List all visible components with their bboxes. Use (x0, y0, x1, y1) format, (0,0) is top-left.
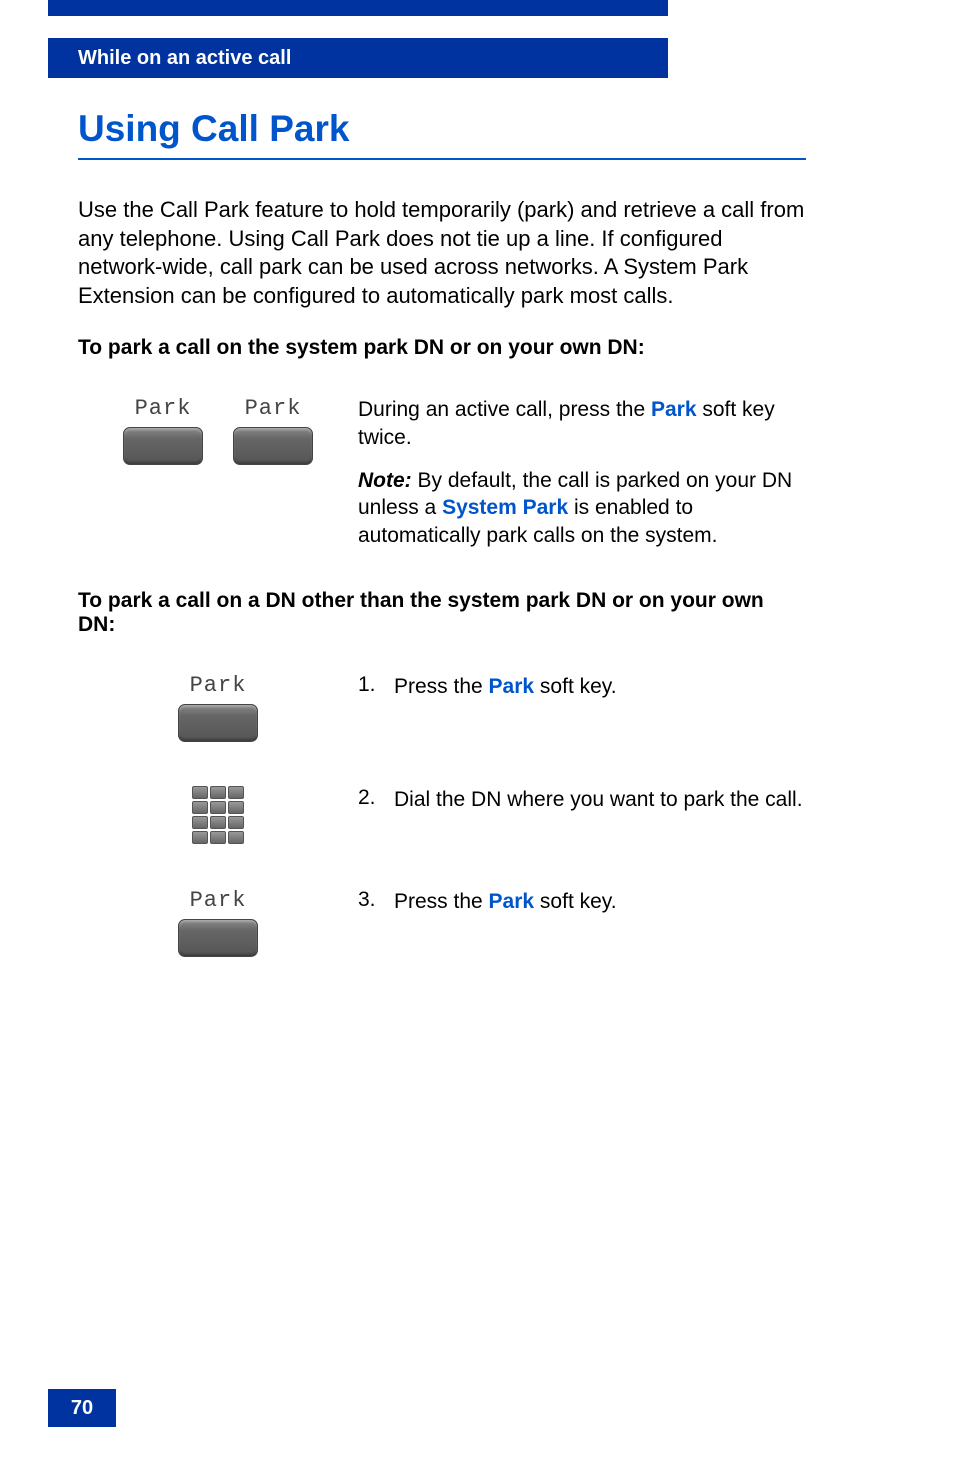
softkey-label: Park (190, 673, 247, 698)
text-prefix: Press the (394, 675, 489, 698)
list-step-1: Park 1. Press the Park soft key. (78, 673, 806, 742)
list-step-3: Park 3. Press the Park soft key. (78, 888, 806, 957)
softkey-label: Park (245, 396, 302, 421)
top-bar (48, 0, 668, 16)
header-band: While on an active call (48, 38, 668, 78)
intro-paragraph: Use the Call Park feature to hold tempor… (78, 196, 806, 310)
subheading-1: To park a call on the system park DN or … (78, 336, 806, 360)
park-term: Park (489, 890, 535, 913)
keypad-key-icon (192, 801, 208, 814)
text-suffix: soft key. (534, 890, 616, 913)
keypad-key-icon (228, 786, 244, 799)
page-number-box: 70 (48, 1389, 116, 1427)
system-park-term: System Park (442, 496, 568, 519)
list-step-2: 2. Dial the DN where you want to park th… (78, 786, 806, 844)
step-number: 3. (358, 888, 394, 912)
softkey-button-icon (178, 919, 258, 957)
page-title: Using Call Park (78, 108, 806, 150)
step-text: Press the Park soft key. (394, 888, 806, 915)
softkey-button-icon (123, 427, 203, 465)
park-softkey-single: Park (178, 888, 258, 957)
title-underline (78, 158, 806, 160)
step3-graphic: Park (78, 888, 358, 957)
keypad-key-icon (228, 831, 244, 844)
keypad-icon (192, 786, 244, 844)
content-area: Using Call Park Use the Call Park featur… (78, 108, 806, 1001)
first-step-row: Park Park During an active call, press t… (78, 396, 806, 548)
park-term: Park (651, 398, 697, 421)
keypad-key-icon (192, 786, 208, 799)
text-prefix: Dial the DN where you want to park the c… (394, 788, 803, 811)
keypad-key-icon (192, 831, 208, 844)
softkey-label: Park (135, 396, 192, 421)
softkey-label: Park (190, 888, 247, 913)
softkey-button-icon (178, 704, 258, 742)
subheading-2: To park a call on a DN other than the sy… (78, 589, 806, 637)
keypad-key-icon (228, 816, 244, 829)
text-suffix: soft key. (534, 675, 616, 698)
step1-graphic: Park (78, 673, 358, 742)
step1-text: During an active call, press the Park so… (358, 396, 806, 548)
header-section-text: While on an active call (78, 47, 291, 70)
softkey-pair-graphic: Park Park (78, 396, 358, 465)
step1-prefix: During an active call, press the (358, 398, 651, 421)
step-text: Press the Park soft key. (394, 673, 806, 700)
park-softkey-1: Park (123, 396, 203, 465)
keypad-key-icon (192, 816, 208, 829)
keypad-key-icon (228, 801, 244, 814)
park-softkey-single: Park (178, 673, 258, 742)
keypad-key-icon (210, 831, 226, 844)
note-label: Note: (358, 469, 412, 492)
page-number: 70 (71, 1397, 93, 1420)
step-text: Dial the DN where you want to park the c… (394, 786, 806, 813)
step-number: 2. (358, 786, 394, 810)
step-number: 1. (358, 673, 394, 697)
park-term: Park (489, 675, 535, 698)
keypad-key-icon (210, 816, 226, 829)
keypad-key-icon (210, 786, 226, 799)
step2-graphic (78, 786, 358, 844)
text-prefix: Press the (394, 890, 489, 913)
steps-list: Park 1. Press the Park soft key. (78, 673, 806, 957)
softkey-button-icon (233, 427, 313, 465)
keypad-key-icon (210, 801, 226, 814)
park-softkey-2: Park (233, 396, 313, 465)
